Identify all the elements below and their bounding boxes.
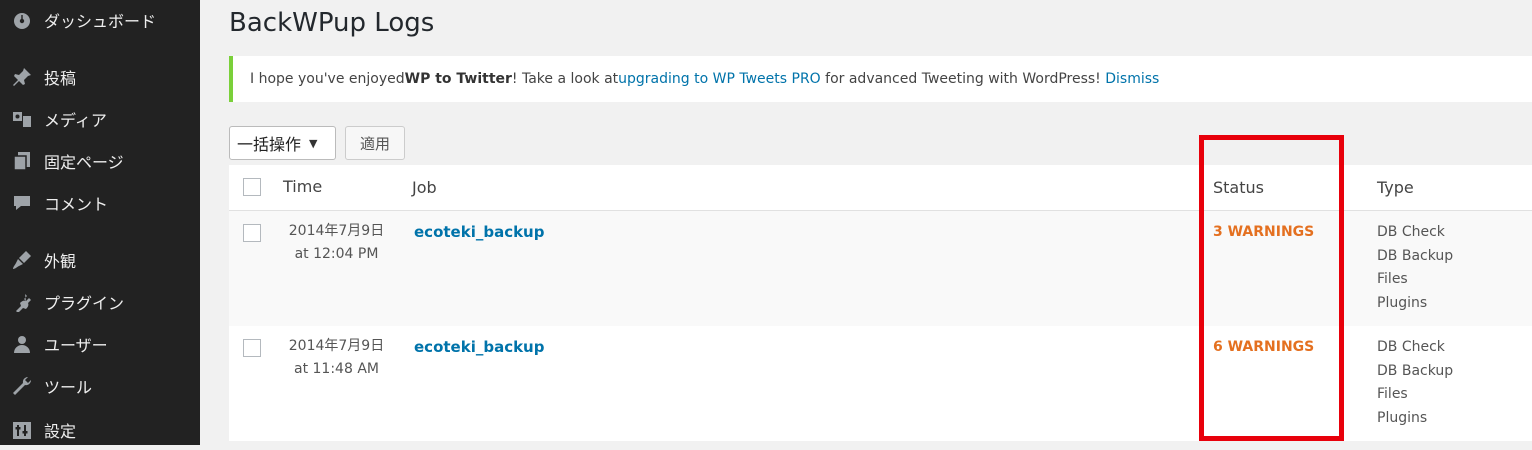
sidebar-item-tools[interactable]: ツール bbox=[0, 366, 200, 406]
type-item: DB Check bbox=[1377, 339, 1445, 355]
sidebar-item-label: ユーザー bbox=[44, 336, 108, 355]
pin-icon bbox=[10, 67, 34, 87]
dismiss-link[interactable]: Dismiss bbox=[1105, 71, 1159, 87]
job-link[interactable]: ecoteki_backup bbox=[414, 338, 544, 356]
notice-text-prefix: I hope you've enjoyed bbox=[250, 71, 405, 87]
type-item: DB Check bbox=[1377, 224, 1445, 240]
user-icon bbox=[10, 334, 34, 354]
row-checkbox[interactable] bbox=[243, 339, 261, 357]
comment-icon bbox=[10, 193, 34, 213]
sidebar-item-label: ダッシュボード bbox=[44, 12, 157, 31]
column-header-job: Job bbox=[412, 178, 437, 197]
dropdown-arrow-icon: ▼ bbox=[309, 136, 318, 150]
sidebar-item-media[interactable]: メディア bbox=[0, 99, 200, 139]
log-time: 2014年7月9日 at 11:48 AM bbox=[279, 335, 394, 381]
wrench-icon bbox=[10, 376, 34, 396]
sidebar-item-comments[interactable]: コメント bbox=[0, 183, 200, 223]
sidebar-item-label: 投稿 bbox=[44, 69, 77, 88]
notice-text-middle: ! Take a look at bbox=[511, 71, 619, 87]
sidebar-item-appearance[interactable]: 外観 bbox=[0, 240, 200, 280]
apply-button[interactable]: 適用 bbox=[345, 126, 405, 160]
notice-text-suffix: for advanced Tweeting with WordPress! bbox=[820, 71, 1106, 87]
appearance-icon bbox=[10, 250, 34, 270]
media-icon bbox=[10, 109, 34, 129]
notice-plugin-name: WP to Twitter bbox=[404, 71, 512, 87]
sidebar-item-label: 設定 bbox=[44, 422, 77, 441]
job-types: DB Check DB Backup Files Plugins bbox=[1377, 221, 1453, 315]
sidebar-item-label: ツール bbox=[44, 378, 93, 397]
log-clock: at 12:04 PM bbox=[294, 246, 379, 262]
log-date: 2014年7月9日 bbox=[288, 223, 385, 239]
sidebar-item-settings[interactable]: 設定 bbox=[0, 410, 200, 450]
dashboard-icon bbox=[10, 10, 34, 30]
row-checkbox[interactable] bbox=[243, 224, 261, 242]
type-item: DB Backup bbox=[1377, 247, 1454, 264]
admin-sidebar: ダッシュボード 投稿 メディア 固定ページ コメント 外観 プラグイン ユーザー… bbox=[0, 0, 200, 445]
type-item: DB Backup bbox=[1377, 362, 1454, 379]
upgrade-link[interactable]: upgrading to WP Tweets PRO bbox=[618, 71, 821, 87]
job-types: DB Check DB Backup Files Plugins bbox=[1377, 336, 1453, 430]
type-item: Plugins bbox=[1377, 294, 1428, 311]
page-title: BackWPup Logs bbox=[229, 8, 435, 38]
sidebar-item-pages[interactable]: 固定ページ bbox=[0, 141, 200, 181]
sidebar-item-users[interactable]: ユーザー bbox=[0, 324, 200, 364]
sidebar-item-label: プラグイン bbox=[44, 294, 125, 313]
log-date: 2014年7月9日 bbox=[288, 338, 385, 354]
bulk-action-select[interactable]: 一括操作 ▼ bbox=[229, 126, 336, 160]
pages-icon bbox=[10, 151, 34, 171]
log-clock: at 11:48 AM bbox=[294, 361, 379, 377]
sidebar-item-plugins[interactable]: プラグイン bbox=[0, 282, 200, 322]
settings-icon bbox=[10, 420, 34, 440]
plugin-icon bbox=[10, 292, 34, 312]
column-header-time[interactable]: Time bbox=[283, 177, 322, 196]
job-link[interactable]: ecoteki_backup bbox=[414, 223, 544, 241]
sidebar-item-label: 外観 bbox=[44, 252, 77, 271]
column-header-type: Type bbox=[1377, 178, 1414, 197]
type-item: Plugins bbox=[1377, 409, 1428, 426]
select-all-checkbox[interactable] bbox=[243, 178, 261, 196]
bulk-action-value: 一括操作 bbox=[237, 135, 302, 154]
type-item: Files bbox=[1377, 386, 1408, 402]
log-time: 2014年7月9日 at 12:04 PM bbox=[279, 220, 394, 266]
status-highlight-box bbox=[1199, 135, 1344, 441]
plugin-notice: I hope you've enjoyed WP to Twitter ! Ta… bbox=[229, 56, 1532, 102]
type-item: Files bbox=[1377, 271, 1408, 287]
sidebar-item-posts[interactable]: 投稿 bbox=[0, 57, 200, 97]
sidebar-item-label: 固定ページ bbox=[44, 153, 124, 172]
sidebar-item-dashboard[interactable]: ダッシュボード bbox=[0, 0, 200, 40]
sidebar-item-label: コメント bbox=[44, 195, 109, 214]
sidebar-item-label: メディア bbox=[44, 111, 107, 130]
